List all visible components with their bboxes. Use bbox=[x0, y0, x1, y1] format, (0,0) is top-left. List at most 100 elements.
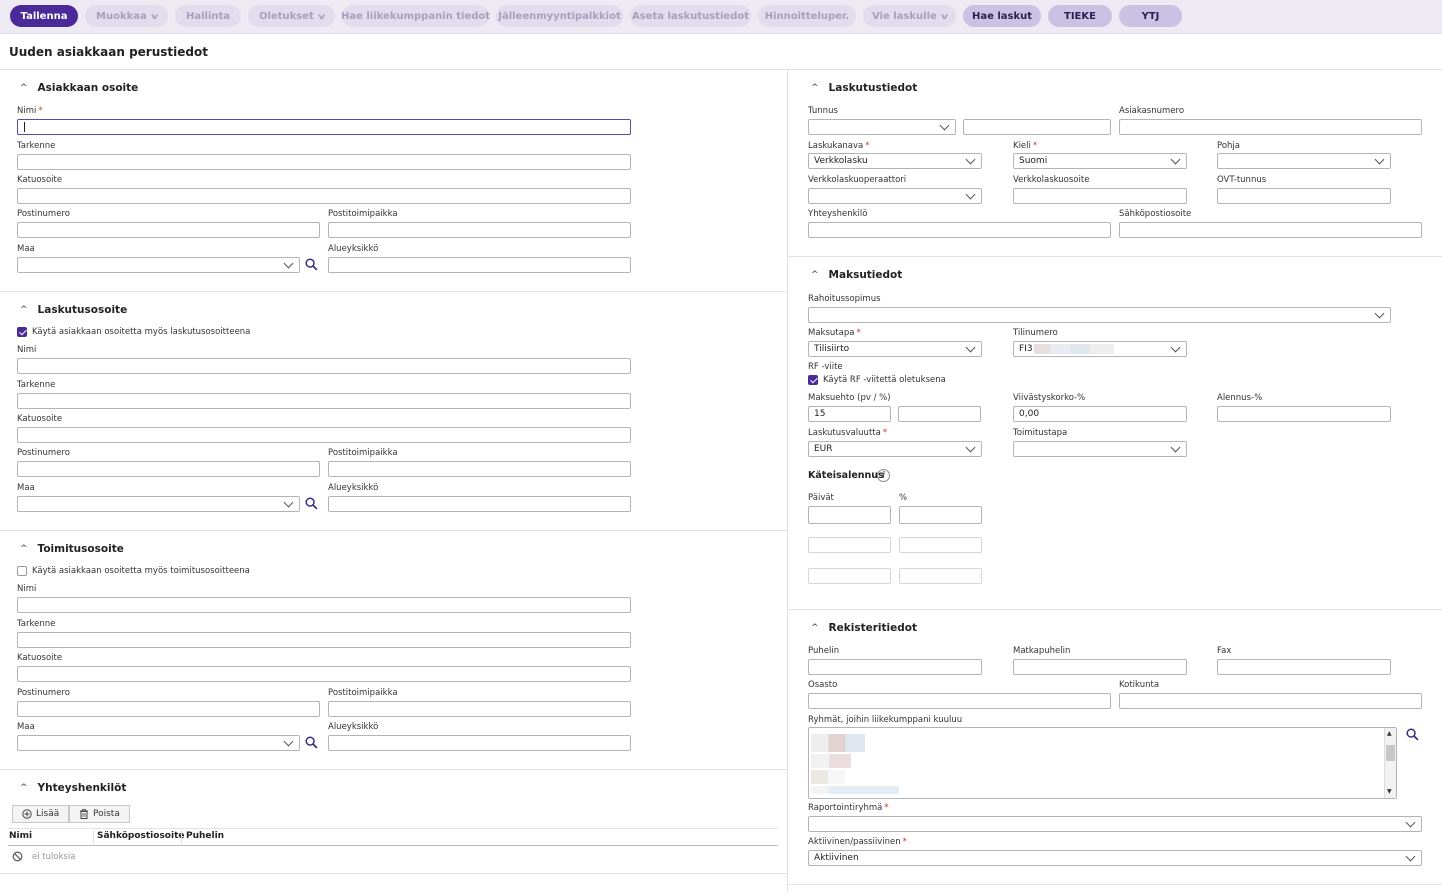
billing-region-input[interactable] bbox=[328, 496, 631, 512]
delivery-extra-input[interactable] bbox=[17, 632, 631, 648]
section-payment-info[interactable]: ^ Maksutiedot bbox=[811, 269, 902, 281]
cash-discount-percent-input-2[interactable] bbox=[899, 537, 982, 553]
customer-postcode-input[interactable] bbox=[17, 222, 320, 238]
delivery-city-input[interactable] bbox=[328, 701, 631, 717]
billing-contact-input[interactable] bbox=[808, 222, 1111, 238]
groups-listbox[interactable]: ▲ ▼ bbox=[808, 727, 1397, 799]
ovt-input[interactable] bbox=[1217, 188, 1391, 204]
use-customer-address-for-delivery-checkbox[interactable] bbox=[17, 566, 27, 576]
collapse-icon[interactable]: ^ bbox=[20, 83, 28, 93]
cash-discount-days-input-3[interactable] bbox=[808, 568, 891, 584]
edit-menu-button[interactable]: Muokkaa v bbox=[85, 5, 168, 27]
delivery-street-input[interactable] bbox=[17, 666, 631, 682]
column-header-phone[interactable]: Puhelin bbox=[186, 831, 224, 841]
billing-country-select[interactable] bbox=[17, 496, 300, 512]
billing-street-input[interactable] bbox=[17, 427, 631, 443]
penalty-rate-input[interactable]: 0,00 bbox=[1013, 406, 1187, 422]
reporting-group-select[interactable] bbox=[808, 816, 1422, 832]
terms-days-input[interactable]: 15 bbox=[808, 406, 891, 422]
export-to-invoice-menu-button[interactable]: Vie laskulle v bbox=[863, 5, 956, 27]
currency-select[interactable]: EUR bbox=[808, 441, 982, 457]
label-rf: RF -viite bbox=[808, 362, 843, 372]
delivery-name-input[interactable] bbox=[17, 597, 631, 613]
language-select[interactable]: Suomi bbox=[1013, 153, 1187, 169]
defaults-menu-button[interactable]: Oletukset v bbox=[248, 5, 335, 27]
billing-email-input[interactable] bbox=[1119, 222, 1422, 238]
delivery-region-input[interactable] bbox=[328, 735, 631, 751]
info-icon[interactable]: i bbox=[877, 469, 890, 482]
terms-percent-input[interactable] bbox=[898, 406, 981, 422]
payment-method-select[interactable]: Tilisiirto bbox=[808, 341, 982, 357]
collapse-icon[interactable]: ^ bbox=[811, 83, 819, 93]
customer-name-input[interactable] bbox=[17, 119, 631, 135]
account-number-select[interactable]: FI3 bbox=[1013, 341, 1187, 357]
municipality-input[interactable] bbox=[1119, 693, 1422, 709]
id-type-select[interactable] bbox=[808, 119, 956, 135]
billing-city-input[interactable] bbox=[328, 461, 631, 477]
manage-button[interactable]: Hallinta bbox=[175, 5, 241, 27]
fax-input[interactable] bbox=[1217, 659, 1391, 675]
section-customer-address[interactable]: ^ Asiakkaan osoite bbox=[20, 82, 138, 94]
column-header-name[interactable]: Nimi bbox=[9, 831, 32, 841]
column-header-email[interactable]: Sähköpostiosoite bbox=[97, 831, 184, 841]
scroll-thumb[interactable] bbox=[1386, 745, 1395, 761]
customer-city-input[interactable] bbox=[328, 222, 631, 238]
id-input[interactable] bbox=[963, 119, 1111, 135]
collapse-icon[interactable]: ^ bbox=[20, 305, 28, 315]
section-registry-info[interactable]: ^ Rekisteritiedot bbox=[811, 622, 917, 634]
billing-extra-input[interactable] bbox=[17, 393, 631, 409]
phone-input[interactable] bbox=[808, 659, 982, 675]
section-delivery-address[interactable]: ^ Toimitusosoite bbox=[20, 543, 124, 555]
template-select[interactable] bbox=[1217, 153, 1391, 169]
collapse-icon[interactable]: ^ bbox=[20, 783, 28, 793]
operator-select[interactable] bbox=[808, 188, 982, 204]
delivery-method-select[interactable] bbox=[1013, 441, 1187, 457]
cash-discount-percent-input-3[interactable] bbox=[899, 568, 982, 584]
label-einvoice-address: Verkkolaskuosoite bbox=[1013, 175, 1090, 185]
search-icon[interactable] bbox=[1406, 728, 1419, 741]
financing-select[interactable] bbox=[808, 307, 1391, 323]
collapse-icon[interactable]: ^ bbox=[811, 623, 819, 633]
ytj-button[interactable]: YTJ bbox=[1119, 5, 1182, 27]
collapse-icon[interactable]: ^ bbox=[20, 544, 28, 554]
tieke-button[interactable]: TIEKE bbox=[1048, 5, 1112, 27]
customer-extra-input[interactable] bbox=[17, 154, 631, 170]
section-contacts[interactable]: ^ Yhteyshenkilöt bbox=[20, 782, 126, 794]
cash-discount-days-input-2[interactable] bbox=[808, 537, 891, 553]
customer-region-input[interactable] bbox=[328, 257, 631, 273]
fetch-invoices-button[interactable]: Hae laskut bbox=[963, 5, 1041, 27]
delivery-postcode-input[interactable] bbox=[17, 701, 320, 717]
discount-input[interactable] bbox=[1217, 406, 1391, 422]
remove-contact-button[interactable]: Poista bbox=[69, 805, 130, 823]
section-billing-address[interactable]: ^ Laskutusosoite bbox=[20, 304, 127, 316]
customer-number-input[interactable] bbox=[1119, 119, 1422, 135]
delivery-country-select[interactable] bbox=[17, 735, 300, 751]
customer-street-input[interactable] bbox=[17, 188, 631, 204]
mobile-input[interactable] bbox=[1013, 659, 1187, 675]
groups-scrollbar[interactable]: ▲ ▼ bbox=[1384, 728, 1396, 798]
scroll-down-icon[interactable]: ▼ bbox=[1387, 788, 1392, 795]
reseller-fees-button[interactable]: Jälleenmyyntipalkkiot bbox=[496, 5, 623, 27]
active-status-select[interactable]: Aktiivinen bbox=[808, 850, 1422, 866]
pricing-button[interactable]: Hinnoitteluper. bbox=[758, 5, 856, 27]
billing-name-input[interactable] bbox=[17, 358, 631, 374]
rf-default-checkbox[interactable] bbox=[808, 375, 818, 385]
section-billing-info[interactable]: ^ Laskutustiedot bbox=[811, 82, 917, 94]
save-button[interactable]: Tallenna bbox=[10, 5, 78, 27]
search-icon[interactable] bbox=[305, 736, 318, 749]
invoice-channel-select[interactable]: Verkkolasku bbox=[808, 153, 982, 169]
collapse-icon[interactable]: ^ bbox=[811, 270, 819, 280]
einvoice-address-input[interactable] bbox=[1013, 188, 1187, 204]
cash-discount-days-input-1[interactable] bbox=[808, 506, 891, 524]
billing-postcode-input[interactable] bbox=[17, 461, 320, 477]
scroll-up-icon[interactable]: ▲ bbox=[1387, 730, 1392, 737]
search-icon[interactable] bbox=[305, 258, 318, 271]
search-icon[interactable] bbox=[305, 497, 318, 510]
fetch-partner-info-button[interactable]: Hae liikekumppanin tiedot bbox=[341, 5, 490, 27]
use-customer-address-for-billing-checkbox[interactable] bbox=[17, 327, 27, 337]
customer-country-select[interactable] bbox=[17, 257, 300, 273]
department-input[interactable] bbox=[808, 693, 1111, 709]
set-billing-info-button[interactable]: Aseta laskutustiedot bbox=[630, 5, 751, 27]
cash-discount-percent-input-1[interactable] bbox=[899, 506, 982, 524]
add-contact-button[interactable]: Lisää bbox=[12, 805, 70, 823]
